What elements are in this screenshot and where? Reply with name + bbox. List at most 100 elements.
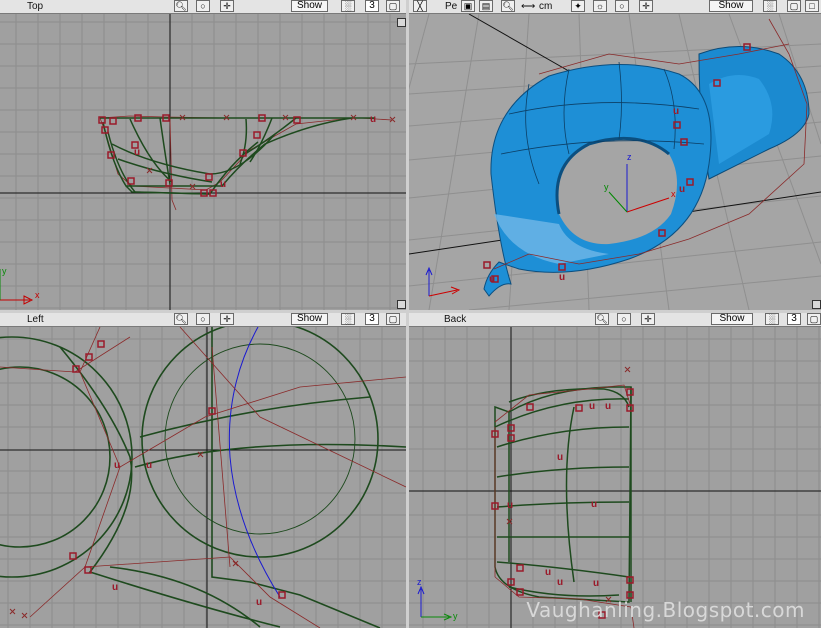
show-button[interactable]: Show [291,313,328,325]
pan-icon[interactable]: ✛ [220,0,234,12]
layout-toggle-icon[interactable]: □ [805,0,819,12]
maximize-icon[interactable]: ▢ [386,313,400,325]
pan-icon[interactable]: ✛ [220,313,234,325]
svg-text:u: u [593,578,599,589]
units-label: cm [539,1,553,12]
layout-number[interactable]: 3 [365,0,379,12]
svg-text:u: u [559,272,565,283]
viewport-title: Top [27,1,44,12]
svg-text:u: u [589,401,595,412]
viewport-back-titlebar: Back 🔍︎ ○ ✛ Show ░ 3 ▢ [409,313,821,327]
surface-model [483,46,810,297]
close-icon[interactable]: ╳ [413,0,427,12]
tumble-icon[interactable]: ○ [617,313,631,325]
world-axes [409,327,821,628]
svg-text:u: u [114,460,120,471]
manip-label-z: z [627,152,632,162]
maximize-icon[interactable]: ▢ [386,0,400,12]
grid-icon[interactable]: ░ [341,313,355,325]
svg-text:u: u [679,184,685,195]
axis-label-z: z [417,577,422,587]
corner-resize-handle[interactable] [812,300,821,309]
viewport-back[interactable]: Back 🔍︎ ○ ✛ Show ░ 3 ▢ u u u u u u u u z… [409,313,821,628]
axis-label-y: y [2,266,7,276]
track-icon[interactable]: ✦ [571,0,585,12]
nurbs-curves [0,327,406,628]
svg-text:u: u [605,401,611,412]
world-axes [0,14,406,310]
svg-text:u: u [134,147,140,158]
svg-text:u: u [220,179,226,190]
watermark-text: Vaughanling.Blogspot.com [526,598,805,622]
svg-text:u: u [507,500,513,511]
svg-text:u: u [557,452,563,463]
viewport-back-canvas[interactable]: uuu uuu uu z y [409,327,821,628]
grid-icon[interactable]: ░ [765,313,779,325]
world-axes [0,327,406,628]
viewport-title: Left [27,314,44,325]
perspective-scene: u u u u z x y [409,14,821,310]
orbit-icon[interactable]: ☼ [593,0,607,12]
zoom-icon[interactable]: 🔍︎ [595,313,609,325]
grid [0,14,406,310]
viewport-top[interactable]: Top 🔍︎ ○ ✛ Show ░ 3 ▢ u u u x y [0,0,406,310]
corner-resize-handle[interactable] [397,300,406,309]
dolly-icon[interactable]: ▤ [479,0,493,12]
tumble-icon[interactable]: ○ [615,0,629,12]
corner-resize-handle[interactable] [397,18,406,27]
svg-text:u: u [545,567,551,578]
tumble-icon[interactable]: ○ [196,313,210,325]
svg-text:u: u [591,499,597,510]
camera-icon[interactable]: ▣ [461,0,475,12]
grid [0,327,406,628]
left-view-scene: u u u u [0,327,406,628]
pan-icon[interactable]: ✛ [641,313,655,325]
back-view-scene: uu u uuu uu z y [409,327,821,628]
svg-text:u: u [146,460,152,471]
svg-text:u: u [256,597,262,608]
manip-label-x: x [671,189,676,199]
show-button[interactable]: Show [711,313,753,325]
hull-lines [0,327,406,628]
axis-label-y: y [453,611,458,621]
show-button[interactable]: Show [291,0,328,12]
svg-text:u: u [489,274,495,285]
hull-points [146,114,396,190]
grid-icon[interactable]: ░ [341,0,355,12]
inner-ring-curve [164,343,356,535]
zoom-icon[interactable]: 🔍︎ [501,0,515,12]
nurbs-curves [494,386,632,603]
pan-icon[interactable]: ✛ [639,0,653,12]
viewport-top-canvas[interactable]: u u u x y [0,14,406,310]
axis-label-x: x [35,290,40,300]
nurbs-curves [100,117,375,195]
svg-text:u: u [370,114,376,125]
viewport-title: Pe [445,1,458,12]
u-labels: uu u uuu uu [507,401,611,589]
zoom-icon[interactable]: 🔍︎ [174,0,188,12]
layout-number[interactable]: 3 [365,313,379,325]
top-view-scene: u u u x y [0,14,406,310]
move-icon[interactable]: ⟷ [521,0,535,13]
grid-icon[interactable]: ░ [763,0,777,12]
svg-text:u: u [673,106,679,117]
show-button[interactable]: Show [709,0,753,12]
svg-text:u: u [557,577,563,588]
cv-markers [98,114,301,197]
viewport-left[interactable]: Left 🔍︎ ○ ✛ Show ░ 3 ▢ u u u u [0,313,406,628]
viewport-left-canvas[interactable]: u u u u [0,327,406,628]
manip-label-y: y [604,182,609,192]
grid [409,327,821,628]
maximize-icon[interactable]: ▢ [787,0,801,12]
viewport-perspective[interactable]: ╳ Pe ▣ ▤ 🔍︎ ⟷ cm ✦ ☼ ○ ✛ Show ░ ▢ □ u u … [409,0,821,310]
viewport-perspective-titlebar: ╳ Pe ▣ ▤ 🔍︎ ⟷ cm ✦ ☼ ○ ✛ Show ░ ▢ □ [409,0,821,14]
hull-lines [494,384,635,628]
maximize-icon[interactable]: ▢ [807,313,821,325]
viewport-perspective-canvas[interactable]: u u u u z x y [409,14,821,310]
zoom-icon[interactable]: 🔍︎ [174,313,188,325]
viewport-left-titlebar: Left 🔍︎ ○ ✛ Show ░ 3 ▢ [0,313,406,327]
viewport-title: Back [444,314,467,325]
tumble-icon[interactable]: ○ [196,0,210,12]
layout-number[interactable]: 3 [787,313,801,325]
svg-text:u: u [112,582,118,593]
